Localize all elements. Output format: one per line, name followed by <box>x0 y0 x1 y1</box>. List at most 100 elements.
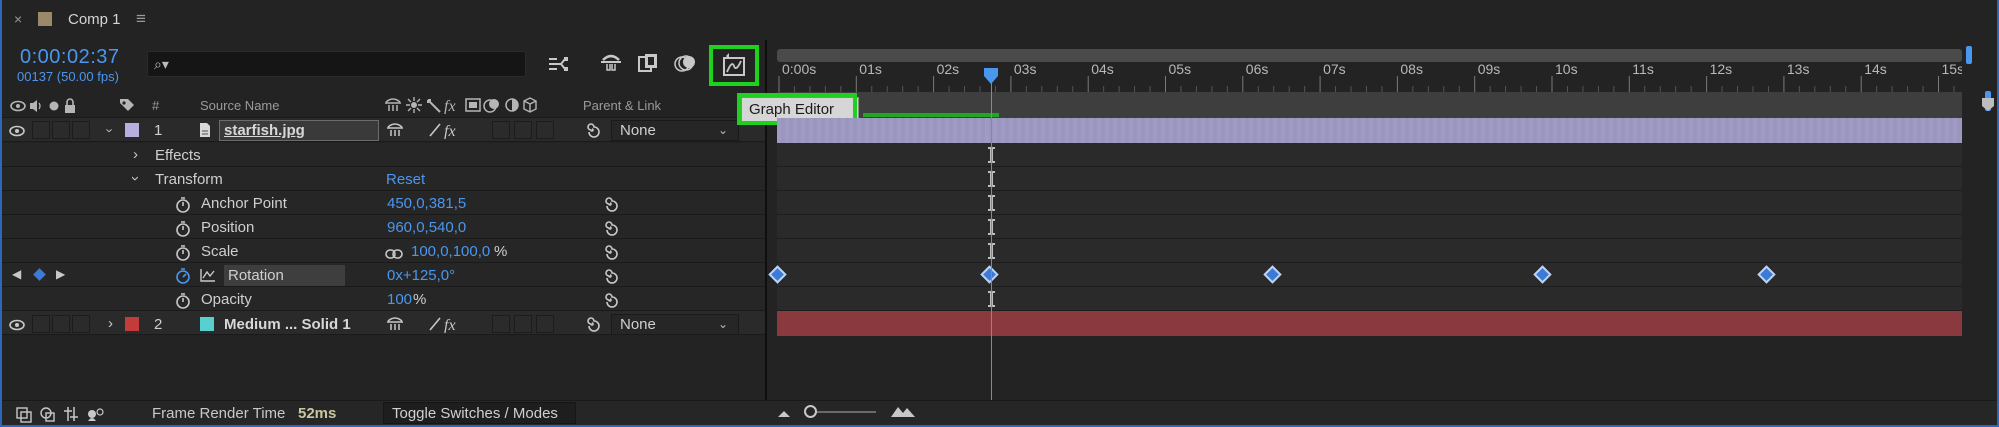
comp-tab-title[interactable]: Comp 1 <box>68 11 121 28</box>
ruler-ticks: 0:00s 01s 02s 03s 04s 05s 06s 07s 08s 09s 10s 11s 12… <box>778 62 1962 92</box>
frame-render-value: 52ms <box>298 405 337 422</box>
ruler-tick-label: 10s <box>1555 62 1578 77</box>
opacity-value[interactable]: 100 <box>387 291 412 308</box>
playhead-handle[interactable] <box>982 67 1000 85</box>
cache-indicator <box>863 113 999 117</box>
work-area-bar[interactable] <box>777 49 1962 62</box>
comp-swatch-icon <box>38 12 52 26</box>
position-label: Position <box>201 219 255 236</box>
pick-whip-icon[interactable] <box>583 315 601 338</box>
zoom-in-icon[interactable] <box>890 404 916 423</box>
ruler-tick-label: 12s <box>1710 62 1733 77</box>
transform-row[interactable] <box>0 167 765 191</box>
ruler-tick-label: 07s <box>1323 62 1346 77</box>
graph-editor-icon[interactable] <box>716 50 752 80</box>
panel-menu-icon[interactable]: ≡ <box>136 9 146 29</box>
playhead-line[interactable] <box>990 77 992 400</box>
layer-1-switch-c[interactable] <box>536 121 554 139</box>
previous-keyframe-icon[interactable]: ◀ <box>12 267 21 281</box>
parent-link-header[interactable]: Parent & Link <box>583 98 661 113</box>
opacity-label: Opacity <box>201 291 252 308</box>
anchor-point-row[interactable] <box>0 191 765 215</box>
layer-2-parent-dropdown[interactable]: None ⌄ <box>611 314 739 335</box>
layer-1-switches[interactable]: fx <box>386 121 466 140</box>
ruler-tick-label: 06s <box>1246 62 1269 77</box>
layer-1-label-color[interactable] <box>125 123 139 137</box>
layer-1-switch-b[interactable] <box>514 121 532 139</box>
lock-switch[interactable] <box>72 121 90 139</box>
anchor-point-label: Anchor Point <box>201 195 287 212</box>
position-row[interactable] <box>0 215 765 239</box>
comp-marker-bin-icon[interactable] <box>1980 96 1996 111</box>
visibility-eye-icon[interactable] <box>9 124 25 142</box>
current-time-display[interactable]: 0:00:02:37 <box>20 46 120 69</box>
layer-1-parent-value: None <box>620 122 656 139</box>
scale-unit: % <box>494 243 508 260</box>
motion-blur-icon[interactable] <box>671 50 699 76</box>
layer-2-switch-b[interactable] <box>514 315 532 333</box>
scale-row[interactable] <box>0 239 765 263</box>
search-icon: ⌕▾ <box>154 56 169 72</box>
layer-search-input[interactable]: ⌕▾ <box>147 51 526 77</box>
anchor-point-value[interactable]: 450,0,381,5 <box>387 195 466 212</box>
rotation-track <box>777 263 1962 287</box>
rotation-row[interactable] <box>0 263 765 287</box>
expand-effects-icon[interactable]: › <box>133 146 138 163</box>
position-value[interactable]: 960,0,540,0 <box>387 219 466 236</box>
audio-switch[interactable] <box>32 121 50 139</box>
layer-2-switch-a[interactable] <box>492 315 510 333</box>
transform-track <box>777 167 1962 191</box>
layer-1-number: 1 <box>154 122 163 139</box>
rotation-label-selected[interactable]: Rotation <box>224 265 345 286</box>
pick-whip-icon[interactable] <box>583 121 601 144</box>
hide-shy-icon[interactable] <box>597 50 625 76</box>
transform-label: Transform <box>155 171 223 188</box>
layer-2-switches[interactable]: fx <box>386 315 466 334</box>
ruler-tick-label: 01s <box>859 62 882 77</box>
layer-2-name[interactable]: Medium ... Solid 1 <box>224 316 351 333</box>
frame-render-label: Frame Render Time <box>152 405 286 422</box>
rotation-value[interactable]: 0x+125,0° <box>387 267 455 284</box>
audio-switch[interactable] <box>32 315 50 333</box>
visibility-eye-icon[interactable] <box>9 318 25 336</box>
layer-2-number: 2 <box>154 316 163 333</box>
layer-1-switch-a[interactable] <box>492 121 510 139</box>
close-tab-icon[interactable]: × <box>14 11 22 27</box>
work-area-end-handle[interactable] <box>1966 46 1972 64</box>
solo-switch[interactable] <box>52 121 70 139</box>
ruler-tick-label: 03s <box>1014 62 1037 77</box>
opacity-row[interactable] <box>0 287 765 311</box>
layer-1-name-field[interactable]: starfish.jpg <box>219 120 379 141</box>
expand-layer-1-icon[interactable]: › <box>103 128 118 132</box>
time-ruler[interactable]: 0:00s 01s 02s 03s 04s 05s 06s 07s 08s 09s 10s 11s 12… <box>777 62 1962 92</box>
ruler-tick-label: 05s <box>1169 62 1192 77</box>
zoom-out-icon[interactable] <box>776 406 792 424</box>
svg-text:fx: fx <box>444 98 456 114</box>
solid-swatch-icon <box>200 317 214 331</box>
effects-row[interactable] <box>0 143 765 167</box>
av-switch-headers <box>10 98 90 114</box>
layer-2-duration-bar[interactable] <box>777 311 1962 336</box>
layer-2-label-color[interactable] <box>125 317 139 331</box>
source-name-header[interactable]: Source Name <box>200 98 279 113</box>
layer-2-switch-c[interactable] <box>536 315 554 333</box>
rotation-label: Rotation <box>228 267 284 284</box>
toggle-switches-modes-button[interactable]: Toggle Switches / Modes <box>383 402 576 424</box>
lock-switch[interactable] <box>72 315 90 333</box>
bottom-toggle-icons[interactable] <box>16 405 116 423</box>
expand-layer-2-icon[interactable]: › <box>108 315 113 332</box>
position-track <box>777 215 1962 239</box>
scale-value[interactable]: 100,0,100,0 <box>411 243 490 260</box>
frame-blending-icon[interactable] <box>634 50 662 76</box>
stopwatch-active-icon[interactable] <box>175 267 191 289</box>
solo-switch[interactable] <box>52 315 70 333</box>
collapse-transform-icon[interactable]: › <box>127 176 144 181</box>
graph-toggle-icon[interactable] <box>200 268 216 287</box>
next-keyframe-icon[interactable]: ▶ <box>56 267 65 281</box>
layer-1-parent-dropdown[interactable]: None ⌄ <box>611 120 739 141</box>
frame-rate-info: 00137 (50.00 fps) <box>17 69 119 84</box>
constrain-proportions-icon[interactable] <box>385 246 403 264</box>
draft-3d-icon[interactable] <box>545 52 573 76</box>
transform-reset-link[interactable]: Reset <box>386 171 425 188</box>
zoom-slider-thumb[interactable] <box>804 405 817 418</box>
